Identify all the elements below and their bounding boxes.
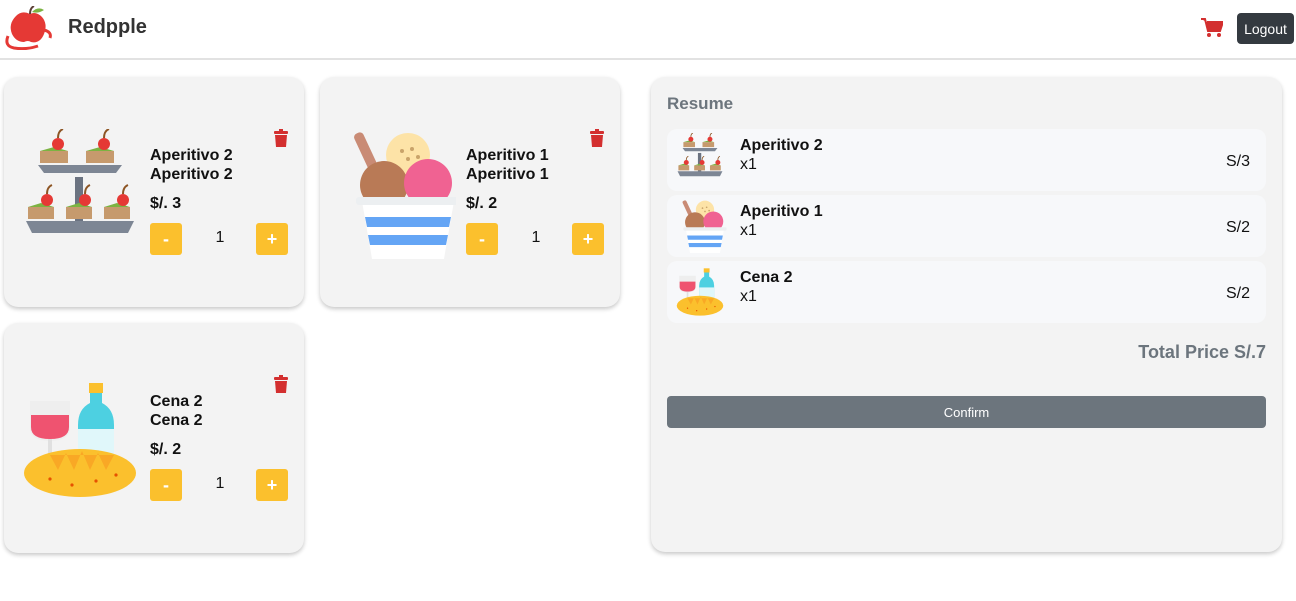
confirm-button[interactable]: Confirm (667, 396, 1266, 428)
logout-button[interactable]: Logout (1237, 13, 1294, 44)
product-card: Aperitivo 2 Aperitivo 2 $/. 3 - 1 + (4, 77, 304, 307)
product-name: Aperitivo 2 (150, 147, 233, 164)
appetizer-tray-image (20, 129, 140, 259)
summary-item-qty: x1 (740, 156, 757, 173)
summary-item-name: Aperitivo 2 (740, 137, 823, 154)
brand-name[interactable]: Redpple (68, 16, 147, 39)
trash-icon[interactable] (589, 129, 605, 147)
summary-item: Cena 2 x1 S/2 (667, 261, 1266, 323)
quantity-value: 1 (215, 229, 225, 246)
increase-quantity-button[interactable]: + (256, 223, 288, 255)
ice-cream-cup-image (336, 129, 456, 259)
summary-item: Aperitivo 2 x1 S/3 (667, 129, 1266, 191)
decrease-quantity-button[interactable]: - (466, 223, 498, 255)
product-description: Aperitivo 2 (150, 166, 233, 183)
trash-icon[interactable] (273, 375, 289, 393)
product-card: Aperitivo 1 Aperitivo 1 $/. 2 - 1 + (320, 77, 620, 307)
wine-bread-image (673, 265, 727, 319)
decrease-quantity-button[interactable]: - (150, 223, 182, 255)
product-description: Aperitivo 1 (466, 166, 549, 183)
order-summary-panel: Resume Aperitivo 2 x1 S/3 Aperitivo 1 x1… (651, 77, 1282, 552)
summary-item-price: S/2 (1225, 285, 1250, 302)
cart-icon[interactable] (1201, 18, 1223, 38)
product-price: $/. 2 (150, 441, 182, 458)
summary-item-qty: x1 (740, 288, 757, 305)
wine-bread-image (20, 375, 140, 505)
summary-item: Aperitivo 1 x1 S/2 (667, 195, 1266, 257)
product-description: Cena 2 (150, 412, 203, 429)
product-price: $/. 2 (466, 195, 498, 212)
apple-logo-icon[interactable] (4, 6, 54, 50)
top-navbar: Redpple Logout (0, 0, 1296, 60)
summary-item-qty: x1 (740, 222, 757, 239)
ice-cream-cup-image (673, 199, 727, 253)
product-card: Cena 2 Cena 2 $/. 2 - 1 + (4, 323, 304, 553)
product-price: $/. 3 (150, 195, 182, 212)
quantity-value: 1 (531, 229, 541, 246)
decrease-quantity-button[interactable]: - (150, 469, 182, 501)
appetizer-tray-image (673, 133, 727, 187)
summary-item-name: Cena 2 (740, 269, 793, 286)
summary-title: Resume (667, 94, 734, 113)
product-name: Aperitivo 1 (466, 147, 549, 164)
summary-item-name: Aperitivo 1 (740, 203, 823, 220)
product-name: Cena 2 (150, 393, 203, 410)
trash-icon[interactable] (273, 129, 289, 147)
summary-item-price: S/2 (1225, 219, 1250, 236)
total-price: Total Price S/.7 (1138, 342, 1266, 362)
increase-quantity-button[interactable]: + (256, 469, 288, 501)
increase-quantity-button[interactable]: + (572, 223, 604, 255)
quantity-value: 1 (215, 475, 225, 492)
summary-item-price: S/3 (1225, 153, 1250, 170)
